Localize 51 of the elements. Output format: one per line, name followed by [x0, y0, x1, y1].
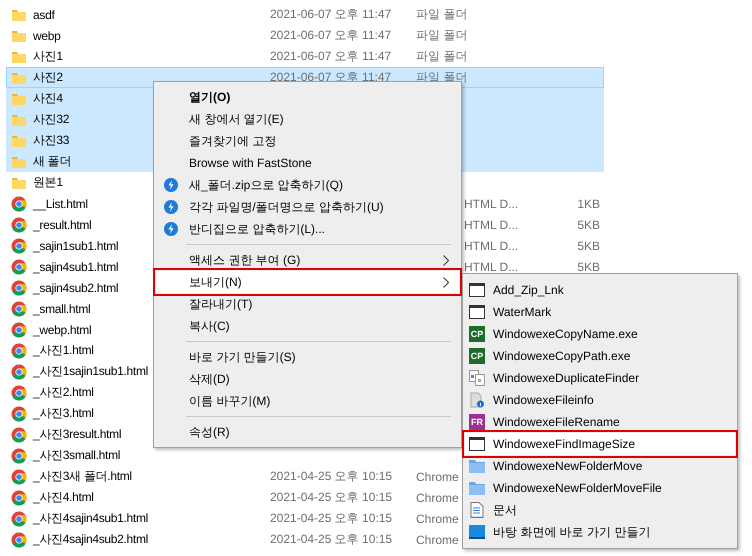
- file-type: 파일 폴더: [416, 27, 468, 44]
- file-size: 1KB: [577, 196, 600, 210]
- file-name: _사진4sajin4sub1.html: [33, 510, 148, 527]
- file-type: 파일 폴더: [416, 6, 468, 23]
- file-name: _사진3.html: [33, 405, 94, 422]
- modified-date: 2021-04-25 오후 10:15: [270, 510, 392, 527]
- file-size: 5KB: [577, 238, 600, 252]
- modified-date: 2021-04-25 오후 10:15: [270, 531, 392, 548]
- file-type: Chrome: [416, 470, 459, 484]
- file-name: _사진3새 폴더.html: [33, 468, 132, 485]
- file-name: _사진3result.html: [33, 426, 122, 443]
- file-type: Chrome: [416, 532, 459, 546]
- modified-date: 2021-06-07 오후 11:47: [270, 27, 392, 44]
- file-name: _사진1.html: [33, 342, 94, 359]
- file-name: _사진4.html: [33, 489, 94, 506]
- modified-date: 2021-06-07 오후 11:47: [270, 6, 392, 23]
- modified-date: 2021-06-07 오후 11:47: [270, 48, 392, 65]
- file-name: 원본1: [33, 174, 63, 191]
- file-name: 사진32: [33, 111, 70, 128]
- file-name: 사진33: [33, 132, 70, 149]
- file-name: 사진2: [33, 69, 63, 86]
- file-type: HTML D...: [464, 196, 518, 210]
- app-badge-icon: FR: [469, 414, 485, 430]
- file-size: 5KB: [577, 218, 600, 232]
- file-name: _sajin1sub1.html: [33, 238, 118, 252]
- file-type: HTML D...: [464, 218, 518, 232]
- file-type: HTML D...: [464, 238, 518, 252]
- file-name: _webp.html: [33, 322, 92, 336]
- file-type: Chrome: [416, 512, 459, 526]
- file-type: HTML D...: [464, 260, 518, 274]
- file-name: _사진4sajin4sub2.html: [33, 531, 148, 548]
- file-name: __List.html: [33, 196, 88, 210]
- file-name: _sajin4sub2.html: [33, 280, 118, 294]
- file-size: 5KB: [577, 260, 600, 274]
- file-name: webp: [33, 28, 60, 42]
- modified-date: 2021-04-25 오후 10:15: [270, 489, 392, 506]
- file-name: _사진3small.html: [33, 447, 120, 464]
- file-name: _사진1sajin1sub1.html: [33, 363, 148, 380]
- app-badge-icon: CP: [469, 326, 485, 342]
- file-name: 사진4: [33, 90, 63, 107]
- file-name: 사진1: [33, 48, 63, 65]
- file-name: 새 폴더: [33, 153, 72, 170]
- file-name: _사진2.html: [33, 384, 94, 401]
- file-name: _sajin4sub1.html: [33, 260, 118, 274]
- app-badge-icon: CP: [469, 348, 485, 364]
- file-name: asdf: [33, 8, 54, 22]
- file-type: Chrome: [416, 490, 459, 504]
- file-name: _result.html: [33, 218, 92, 232]
- file-type: 파일 폴더: [416, 48, 468, 65]
- file-name: _small.html: [33, 302, 90, 316]
- modified-date: 2021-04-25 오후 10:15: [270, 468, 392, 485]
